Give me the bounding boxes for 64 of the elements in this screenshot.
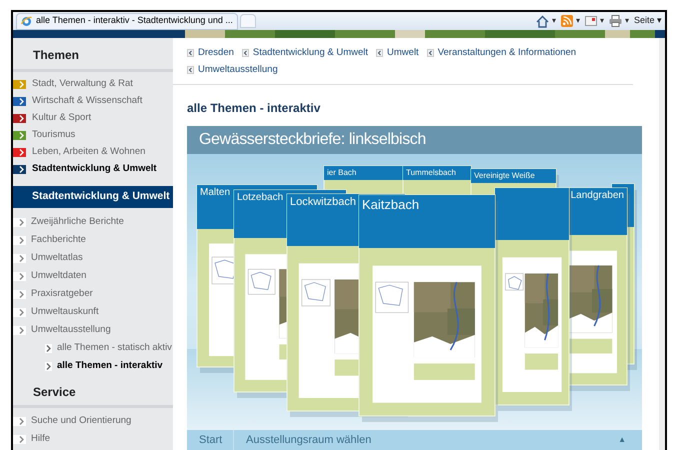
poster-title[interactable]: Landgraben bbox=[570, 190, 624, 200]
poster-title[interactable]: Kaitzbach bbox=[362, 198, 420, 210]
nav-link[interactable]: Suche und Orientierung bbox=[31, 414, 132, 428]
theme-link[interactable]: Stadtentwicklung & Umwelt bbox=[32, 162, 157, 176]
theme-link[interactable]: Leben, Arbeiten & Wohnen bbox=[32, 144, 146, 160]
chevron-icon bbox=[19, 308, 24, 316]
dropdown-caret[interactable]: ▾ bbox=[624, 15, 629, 27]
theme-link[interactable]: Stadt, Verwaltung & Rat bbox=[32, 76, 133, 92]
dropdown-caret[interactable]: ▾ bbox=[600, 15, 604, 27]
chevron-icon bbox=[19, 254, 24, 262]
nav-link[interactable]: Umweltauskunft bbox=[31, 304, 99, 320]
page-menu[interactable]: Seite ▾ bbox=[634, 14, 662, 28]
nav-link[interactable]: Zweijährliche Berichte bbox=[31, 214, 124, 230]
section-header: Stadtentwicklung & Umwelt bbox=[13, 186, 173, 208]
chevron-icon bbox=[19, 132, 24, 138]
poster-title[interactable]: Lockwitzbach bbox=[290, 196, 356, 208]
theme-link[interactable]: Kultur & Sport bbox=[32, 110, 92, 126]
chevron-icon bbox=[19, 236, 24, 244]
feed-icon[interactable] bbox=[560, 15, 573, 27]
nav-link[interactable]: alle Themen - interaktiv bbox=[57, 358, 163, 374]
mail-icon[interactable] bbox=[584, 16, 597, 26]
back-arrow-icon bbox=[187, 66, 194, 74]
chevron-icon bbox=[19, 218, 24, 226]
chevron-icon bbox=[19, 436, 24, 442]
dropdown-caret[interactable]: ▾ bbox=[552, 15, 556, 27]
chevron-icon bbox=[19, 166, 24, 172]
nav-link[interactable]: Umweltdaten bbox=[31, 268, 86, 284]
back-arrow-icon bbox=[187, 49, 194, 58]
chevron-icon bbox=[19, 272, 24, 280]
breadcrumb-link[interactable]: Veranstaltungen & Informationen bbox=[438, 46, 576, 60]
page-title: alle Themen - interaktiv bbox=[186, 100, 322, 116]
gallery-header: Gewässersteckbriefe: linkselbisch bbox=[187, 126, 642, 154]
expand-arrow[interactable]: ▲ bbox=[618, 434, 626, 446]
breadcrumb-link[interactable]: Stadtentwicklung & Umwelt bbox=[252, 46, 368, 60]
nav-link[interactable]: alle Themen - statisch aktiv bbox=[57, 340, 172, 356]
breadcrumb-link[interactable]: Dresden bbox=[198, 46, 234, 60]
chevron-icon bbox=[19, 114, 24, 122]
back-arrow-icon bbox=[426, 49, 434, 58]
chevron-icon bbox=[19, 418, 24, 424]
dropdown-caret[interactable]: ▾ bbox=[576, 15, 580, 27]
room-select[interactable]: Ausstellungsraum wählen bbox=[234, 432, 372, 448]
chevron-icon bbox=[19, 148, 24, 156]
chevron-icon bbox=[19, 98, 24, 104]
poster-title[interactable]: Malten bbox=[200, 188, 230, 198]
nav-link[interactable]: Fachberichte bbox=[31, 232, 86, 248]
breadcrumb-link[interactable]: Umweltausstellung bbox=[198, 63, 278, 78]
nav-link[interactable]: Hilfe bbox=[31, 432, 50, 446]
start-button[interactable]: Start bbox=[187, 430, 234, 450]
back-arrow-icon bbox=[376, 49, 384, 58]
theme-link[interactable]: Tourismus bbox=[32, 128, 76, 142]
print-icon[interactable] bbox=[608, 15, 622, 27]
browser-tab[interactable]: alle Themen - interaktiv - Stadtentwicklung und ... bbox=[16, 12, 238, 30]
back-arrow-icon bbox=[242, 49, 249, 58]
poster-title[interactable]: Lotzebach bbox=[237, 192, 284, 202]
theme-link[interactable]: Wirtschaft & Wissenschaft bbox=[32, 94, 142, 108]
chevron-icon bbox=[19, 80, 24, 88]
chevron-icon bbox=[19, 290, 24, 298]
nav-link[interactable]: Umweltausstellung bbox=[31, 322, 111, 338]
chevron-icon bbox=[19, 326, 24, 334]
browser-icon bbox=[21, 16, 32, 26]
home-icon[interactable] bbox=[536, 14, 549, 28]
nav-link[interactable]: Praxisratgeber bbox=[31, 286, 93, 302]
nav-link[interactable]: Umweltatlas bbox=[31, 250, 83, 266]
breadcrumb-link[interactable]: Umwelt bbox=[387, 46, 419, 60]
